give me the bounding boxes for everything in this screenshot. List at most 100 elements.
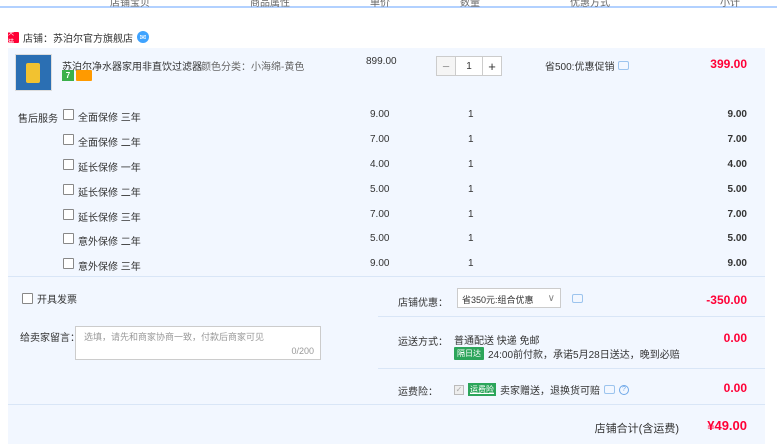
service-price: 9.00 bbox=[370, 109, 390, 120]
product-badges: 7 bbox=[62, 70, 92, 81]
shop-row: 天猫 店铺：苏泊尔官方旗舰店 ✉ bbox=[8, 28, 149, 46]
col-subtotal: 小计 bbox=[720, 0, 740, 9]
service-subtotal: 5.00 bbox=[727, 233, 747, 244]
shipping-amount: 0.00 bbox=[723, 331, 747, 345]
service-row: 全面保修 二年 7.00 1 7.00 bbox=[8, 129, 765, 153]
chat-icon[interactable] bbox=[572, 294, 583, 303]
service-qty: 1 bbox=[468, 209, 474, 220]
service-checkbox[interactable] bbox=[63, 209, 74, 220]
quantity-stepper: − + bbox=[436, 56, 502, 76]
service-checkbox[interactable] bbox=[63, 134, 74, 145]
column-header-strip: 店铺宝贝 商品属性 单价 数量 优惠方式 小计 bbox=[0, 0, 777, 9]
total-value: ¥49.00 bbox=[707, 418, 747, 433]
service-price: 5.00 bbox=[370, 184, 390, 195]
discount-label: 店铺优惠： bbox=[398, 298, 448, 309]
help-icon[interactable]: ? bbox=[619, 384, 629, 395]
product-attribute: 颜色分类：小海绵-黄色 bbox=[201, 62, 305, 73]
service-row: 意外保修 三年 9.00 1 9.00 bbox=[8, 253, 765, 277]
service-subtotal: 5.00 bbox=[727, 184, 747, 195]
insurance-text: 卖家赠送，退换货可赔 bbox=[500, 386, 600, 397]
insurance-badge[interactable]: 运费险 bbox=[468, 383, 496, 396]
insurance-label: 运费险： bbox=[398, 387, 438, 398]
message-textarea[interactable]: 选填，请先和商家协商一致，付款后商家可见 0/200 bbox=[75, 326, 321, 360]
shipping-label: 运送方式： bbox=[398, 337, 448, 348]
service-row: 延长保修 一年 4.00 1 4.00 bbox=[8, 154, 765, 178]
service-name: 延长保修 二年 bbox=[78, 188, 141, 199]
service-checkbox[interactable] bbox=[63, 184, 74, 195]
chat-icon[interactable] bbox=[618, 61, 630, 70]
message-char-count: 0/200 bbox=[291, 346, 314, 356]
service-qty: 1 bbox=[468, 233, 474, 244]
message-placeholder: 选填，请先和商家协商一致，付款后商家可见 bbox=[84, 332, 265, 342]
service-checkbox[interactable] bbox=[63, 258, 74, 269]
service-price: 9.00 bbox=[370, 258, 390, 269]
product-row: 苏泊尔净水器家用非直饮过滤器... 7 颜色分类：小海绵-黄色 899.00 −… bbox=[8, 48, 765, 100]
message-label: 给卖家留言： bbox=[20, 333, 80, 344]
product-subtotal: 399.00 bbox=[710, 57, 747, 71]
service-qty: 1 bbox=[468, 184, 474, 195]
product-thumbnail[interactable] bbox=[15, 54, 52, 91]
service-name: 全面保修 三年 bbox=[78, 113, 141, 124]
quantity-plus-button[interactable]: + bbox=[482, 56, 502, 76]
service-price: 7.00 bbox=[370, 209, 390, 220]
col-promo: 优惠方式 bbox=[570, 0, 610, 9]
total-label: 店铺合计(含运费) bbox=[594, 423, 679, 435]
service-subtotal: 4.00 bbox=[727, 159, 747, 170]
product-price: 899.00 bbox=[366, 56, 397, 67]
service-row: 延长保修 二年 5.00 1 5.00 bbox=[8, 179, 765, 203]
service-checkbox[interactable] bbox=[63, 109, 74, 120]
discount-selected: 省350元:组合优惠 bbox=[462, 295, 534, 305]
invoice-option[interactable]: 开具发票 bbox=[22, 291, 77, 306]
insurance-checkbox: ✓ bbox=[454, 384, 464, 395]
service-subtotal: 7.00 bbox=[727, 134, 747, 145]
service-row: 延长保修 三年 7.00 1 7.00 bbox=[8, 204, 765, 228]
col-attr: 商品属性 bbox=[250, 0, 290, 9]
shipping-promise-text: 24:00前付款，承诺5月28日送达，晚到必赔 bbox=[488, 350, 680, 361]
service-subtotal: 9.00 bbox=[727, 258, 747, 269]
invoice-label: 开具发票 bbox=[37, 295, 77, 306]
insurance-info: ✓ 运费险 卖家赠送，退换货可赔 ? bbox=[454, 382, 629, 397]
service-name: 意外保修 二年 bbox=[78, 237, 141, 248]
chat-icon[interactable] bbox=[604, 385, 615, 394]
seven-day-return-icon: 7 bbox=[62, 70, 74, 81]
shipping-promise: 隔日达 24:00前付款，承诺5月28日送达，晚到必赔 bbox=[454, 346, 680, 361]
service-qty: 1 bbox=[468, 134, 474, 145]
shop-name[interactable]: 店铺：苏泊尔官方旗舰店 bbox=[23, 30, 133, 45]
service-qty: 1 bbox=[468, 159, 474, 170]
col-product: 店铺宝贝 bbox=[110, 0, 150, 9]
order-options-box: 开具发票 给卖家留言： 选填，请先和商家协商一致，付款后商家可见 0/200 店… bbox=[8, 276, 765, 444]
insurance-amount: 0.00 bbox=[723, 381, 747, 395]
shop-total-row: 店铺合计(含运费) ¥49.00 bbox=[8, 404, 765, 444]
quantity-input[interactable] bbox=[456, 56, 482, 76]
service-qty: 1 bbox=[468, 258, 474, 269]
discount-amount: -350.00 bbox=[706, 293, 747, 307]
discount-select[interactable]: 省350元:组合优惠 ∨ bbox=[457, 288, 561, 308]
service-row: 全面保修 三年 9.00 1 9.00 bbox=[8, 104, 765, 128]
service-price: 4.00 bbox=[370, 159, 390, 170]
service-qty: 1 bbox=[468, 109, 474, 120]
col-qty: 数量 bbox=[460, 0, 480, 9]
credit-card-icon bbox=[76, 70, 92, 81]
service-name: 全面保修 二年 bbox=[78, 138, 141, 149]
col-price: 单价 bbox=[370, 0, 390, 9]
shipping-method: 普通配送 快递 免邮 bbox=[454, 336, 540, 347]
wangwang-icon[interactable]: ✉ bbox=[137, 31, 149, 43]
service-name: 意外保修 三年 bbox=[78, 262, 141, 273]
promo-info: 省500:优惠促销 bbox=[545, 58, 630, 73]
quantity-minus-button[interactable]: − bbox=[436, 56, 456, 76]
tmall-icon: 天猫 bbox=[8, 31, 19, 46]
service-name: 延长保修 三年 bbox=[78, 213, 141, 224]
service-checkbox[interactable] bbox=[63, 233, 74, 244]
next-day-badge: 隔日达 bbox=[454, 347, 484, 360]
shop-discount-row: 店铺优惠： 省350元:组合优惠 ∨ -350.00 bbox=[378, 276, 765, 316]
promo-text: 省500:优惠促销 bbox=[545, 62, 615, 73]
chevron-down-icon: ∨ bbox=[547, 293, 555, 304]
invoice-checkbox[interactable] bbox=[22, 293, 33, 304]
order-item-box: 苏泊尔净水器家用非直饮过滤器... 7 颜色分类：小海绵-黄色 899.00 −… bbox=[8, 48, 765, 276]
service-price: 7.00 bbox=[370, 134, 390, 145]
service-row: 意外保修 二年 5.00 1 5.00 bbox=[8, 228, 765, 252]
right-options-pane: 店铺优惠： 省350元:组合优惠 ∨ -350.00 运送方式： 0.00 普通… bbox=[378, 276, 765, 404]
service-subtotal: 7.00 bbox=[727, 209, 747, 220]
service-checkbox[interactable] bbox=[63, 159, 74, 170]
service-name: 延长保修 一年 bbox=[78, 163, 141, 174]
